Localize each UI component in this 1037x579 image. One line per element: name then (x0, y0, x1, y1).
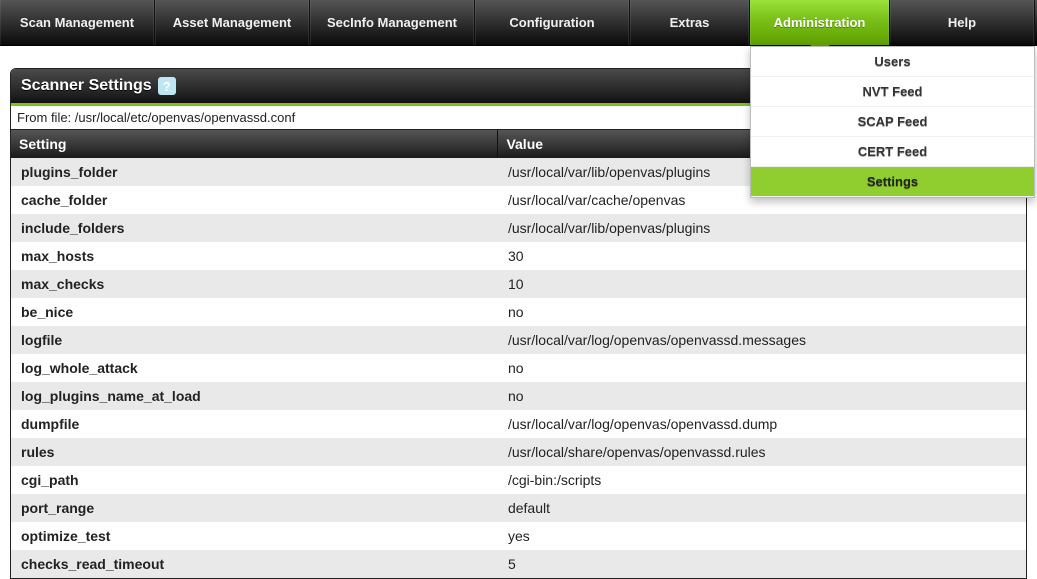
setting-name: log_whole_attack (11, 354, 498, 382)
table-row: log_plugins_name_at_loadno (11, 382, 1026, 410)
nav-label: Scan Management (20, 15, 134, 30)
setting-value: /usr/local/var/log/openvas/openvassd.mes… (498, 326, 1026, 354)
nav-administration[interactable]: Administration Users NVT Feed SCAP Feed … (750, 0, 890, 45)
setting-value: no (498, 382, 1026, 410)
menu-item-scap-feed[interactable]: SCAP Feed (751, 107, 1034, 137)
setting-value: default (498, 494, 1026, 522)
setting-value: 10 (498, 270, 1026, 298)
nav-label: Configuration (509, 15, 594, 30)
table-row: cgi_path/cgi-bin:/scripts (11, 466, 1026, 494)
top-nav: Scan Management Asset Management SecInfo… (0, 0, 1037, 46)
setting-name: max_checks (11, 270, 498, 298)
nav-configuration[interactable]: Configuration (475, 0, 630, 45)
nav-extras[interactable]: Extras (630, 0, 750, 45)
nav-help[interactable]: Help (890, 0, 1035, 45)
admin-dropdown: Users NVT Feed SCAP Feed CERT Feed Setti… (750, 46, 1035, 198)
menu-item-cert-feed[interactable]: CERT Feed (751, 137, 1034, 167)
nav-label: SecInfo Management (327, 15, 457, 30)
page-title: Scanner Settings (21, 77, 152, 95)
setting-name: log_plugins_name_at_load (11, 382, 498, 410)
menu-item-nvt-feed[interactable]: NVT Feed (751, 77, 1034, 107)
menu-label: NVT Feed (863, 84, 923, 99)
setting-name: cgi_path (11, 466, 498, 494)
setting-name: cache_folder (11, 186, 498, 214)
table-row: logfile/usr/local/var/log/openvas/openva… (11, 326, 1026, 354)
setting-name: be_nice (11, 298, 498, 326)
setting-value: /usr/local/var/log/openvas/openvassd.dum… (498, 410, 1026, 438)
table-row: log_whole_attackno (11, 354, 1026, 382)
setting-value: yes (498, 522, 1026, 550)
col-setting: Setting (11, 130, 498, 158)
setting-name: dumpfile (11, 410, 498, 438)
nav-label: Administration (774, 15, 866, 30)
setting-name: checks_read_timeout (11, 550, 498, 578)
menu-item-settings[interactable]: Settings (751, 167, 1034, 197)
table-row: checks_read_timeout5 (11, 550, 1026, 578)
nav-asset-management[interactable]: Asset Management (155, 0, 310, 45)
setting-name: optimize_test (11, 522, 498, 550)
setting-name: max_hosts (11, 242, 498, 270)
table-row: include_folders/usr/local/var/lib/openva… (11, 214, 1026, 242)
table-row: optimize_testyes (11, 522, 1026, 550)
table-row: be_niceno (11, 298, 1026, 326)
setting-name: port_range (11, 494, 498, 522)
setting-value: 5 (498, 550, 1026, 578)
setting-value: no (498, 354, 1026, 382)
setting-name: plugins_folder (11, 158, 498, 186)
setting-value: /cgi-bin:/scripts (498, 466, 1026, 494)
setting-name: rules (11, 438, 498, 466)
menu-label: SCAP Feed (858, 114, 928, 129)
table-row: max_checks10 (11, 270, 1026, 298)
setting-value: no (498, 298, 1026, 326)
setting-value: /usr/local/share/openvas/openvassd.rules (498, 438, 1026, 466)
setting-value: 30 (498, 242, 1026, 270)
nav-label: Asset Management (173, 15, 291, 30)
nav-label: Help (948, 15, 976, 30)
menu-label: Users (874, 54, 910, 69)
menu-item-users[interactable]: Users (751, 47, 1034, 77)
table-row: port_rangedefault (11, 494, 1026, 522)
table-row: rules/usr/local/share/openvas/openvassd.… (11, 438, 1026, 466)
nav-scan-management[interactable]: Scan Management (0, 0, 155, 45)
nav-label: Extras (670, 15, 710, 30)
table-row: dumpfile/usr/local/var/log/openvas/openv… (11, 410, 1026, 438)
setting-name: logfile (11, 326, 498, 354)
nav-secinfo-management[interactable]: SecInfo Management (310, 0, 475, 45)
setting-name: include_folders (11, 214, 498, 242)
setting-value: /usr/local/var/lib/openvas/plugins (498, 214, 1026, 242)
menu-label: Settings (867, 174, 918, 189)
help-icon[interactable]: ? (158, 77, 176, 95)
menu-label: CERT Feed (858, 144, 927, 159)
table-row: max_hosts30 (11, 242, 1026, 270)
